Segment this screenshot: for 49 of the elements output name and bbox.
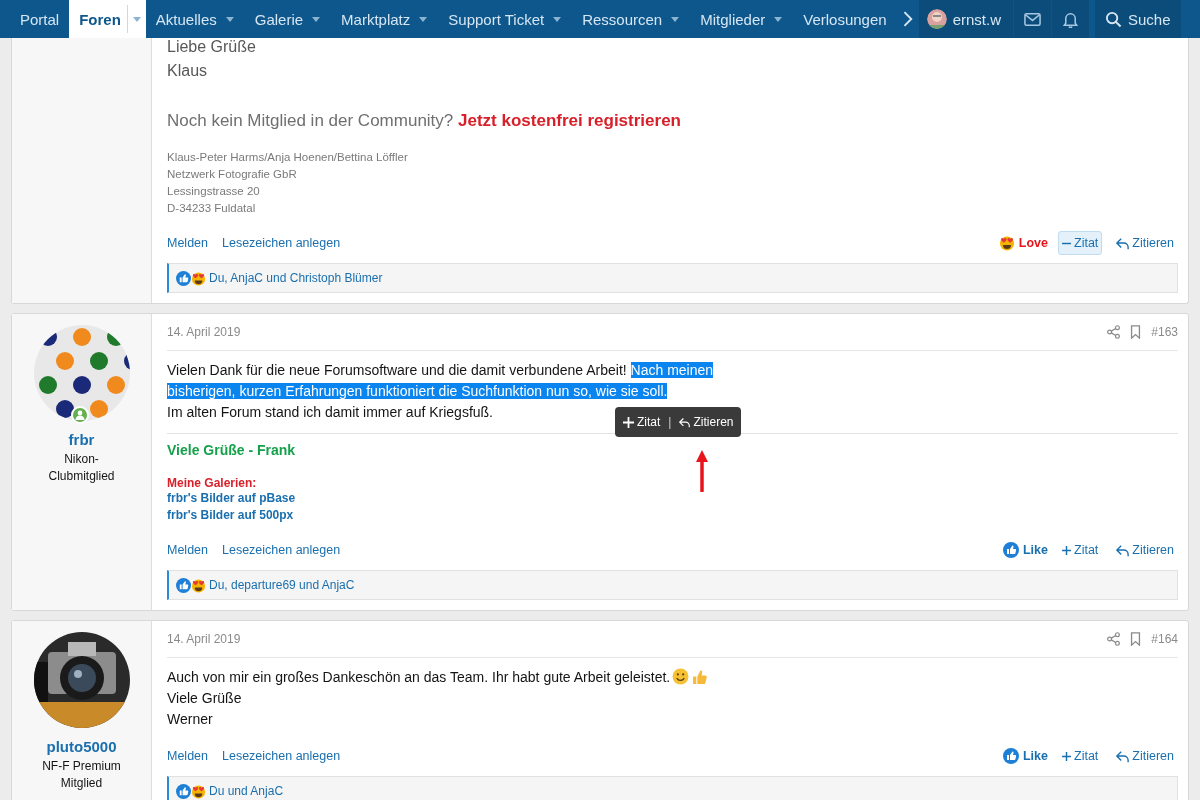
quote-button[interactable]: Zitat <box>1058 744 1103 768</box>
quote-button[interactable]: Zitat <box>1058 231 1103 255</box>
nav-tab[interactable]: Galerie <box>244 0 332 38</box>
signature-text: Viele Grüße - Frank <box>167 442 297 458</box>
reply-button[interactable]: Zitieren <box>1112 538 1178 562</box>
reply-button[interactable]: Zitieren <box>1112 744 1178 768</box>
user-menu[interactable]: ernst.w <box>918 0 1013 38</box>
signature-text: Liebe Grüße Klaus <box>167 37 257 81</box>
signature-text: Klaus-Peter Harms/Anja Hoenen/Bettina Löffler Netzwerk Fotografie GbR Lessingstrasse 20 D-34233 Fuldatal <box>167 150 409 216</box>
action-link[interactable]: Melden <box>167 543 208 557</box>
reaction-button[interactable]: Like <box>1003 542 1048 558</box>
reactions-link[interactable]: Du, AnjaC und Christoph Blümer <box>209 271 383 285</box>
nav-tab[interactable]: Support Ticket <box>438 0 573 38</box>
reaction-button[interactable]: Love <box>998 235 1048 251</box>
reactions-link[interactable]: Du und AnjaC <box>209 784 284 798</box>
separator: | <box>668 415 672 429</box>
action-link[interactable]: Melden <box>167 749 208 763</box>
reactions-link[interactable]: Du, departure69 und AnjaC <box>209 578 355 592</box>
register-link[interactable]: Jetzt kostenfrei registrieren <box>458 111 681 130</box>
action-link[interactable]: Lesezeichen anlegen <box>222 749 341 763</box>
nav-tab[interactable]: Foren <box>69 0 146 38</box>
quote-button[interactable]: Zitat <box>623 415 661 429</box>
post-number-link[interactable]: #163 <box>1151 325 1178 339</box>
post-text: Auch von mir ein großes Dankeschön an das Team. Ihr habt gute Arbeit geleistet. Viele Grüße Werner <box>167 667 1178 730</box>
nav-tab[interactable]: Aktuelles <box>145 0 245 38</box>
signature-text: Meine Galerien: <box>167 476 258 490</box>
post-number-link[interactable]: #164 <box>1151 632 1178 646</box>
action-link[interactable]: Melden <box>167 236 208 250</box>
user-title: NF-F Premium Mitglied <box>41 758 122 792</box>
signature-text: Noch kein Mitglied in der Community? <box>167 111 455 130</box>
username-link[interactable]: frbr <box>68 431 95 448</box>
nav-tab[interactable]: Marktplatz <box>331 0 439 38</box>
nav-tab[interactable]: Portal <box>10 0 70 38</box>
action-link[interactable]: Lesezeichen anlegen <box>222 543 341 557</box>
reaction-button[interactable]: Like <box>1003 748 1048 764</box>
username-link[interactable]: pluto5000 <box>46 738 117 755</box>
action-link[interactable]: Lesezeichen anlegen <box>222 236 341 250</box>
gallery-link[interactable]: frbr's Bilder auf pBase <box>167 490 1178 507</box>
gallery-link[interactable]: frbr's Bilder auf 500px <box>167 507 1178 524</box>
quote-button[interactable]: Zitat <box>1058 538 1103 562</box>
user-title: Nikon-Clubmitglied <box>47 451 116 485</box>
nav-tab[interactable]: Mitglieder <box>690 0 794 38</box>
nav-tab[interactable]: Ressourcen <box>572 0 691 38</box>
reply-button[interactable]: Zitieren <box>679 415 734 429</box>
post-date[interactable]: 14. April 2019 <box>167 325 241 339</box>
nav-tab[interactable]: Verlosungen <box>793 0 897 38</box>
post-date[interactable]: 14. April 2019 <box>167 632 241 646</box>
reply-button[interactable]: Zitieren <box>1112 231 1178 255</box>
search-button[interactable]: Suche <box>1095 0 1181 38</box>
